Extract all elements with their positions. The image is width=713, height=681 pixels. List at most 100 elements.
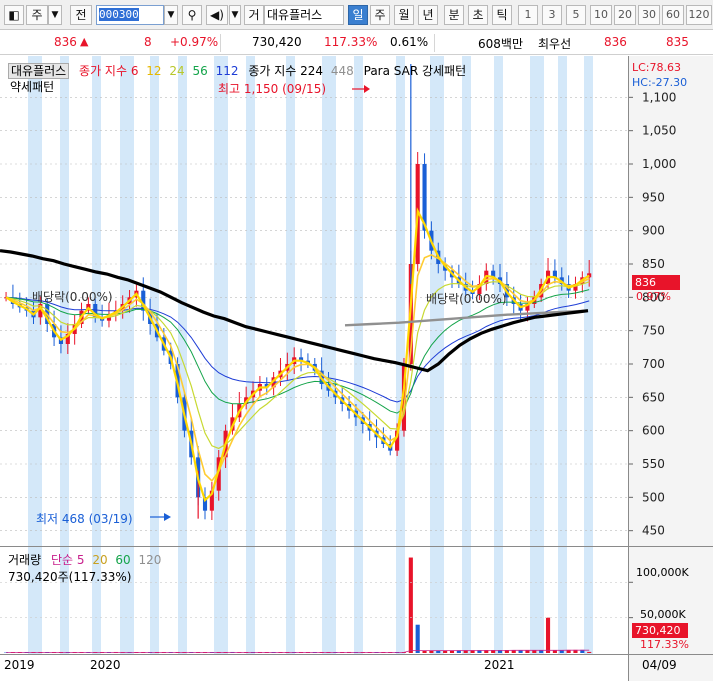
interval-3-button[interactable]: 3 xyxy=(542,5,562,25)
chevron-down-icon[interactable]: ▼ xyxy=(229,5,241,25)
volume-ma120[interactable]: 120 xyxy=(139,553,162,567)
legend-ma56[interactable]: 56 xyxy=(193,64,208,78)
trade-amount: 608백만 xyxy=(478,37,523,51)
price-change: 8 xyxy=(144,35,152,49)
highlight-band xyxy=(430,56,444,654)
high-annotation: 최고 1,150 (09/15) xyxy=(218,82,327,96)
chart-area[interactable]: 1,100 1,050 1,000 950 900 850 800 750 700 650 600 5… xyxy=(0,56,713,681)
volume-value: 730,420 xyxy=(252,35,302,49)
period-month-button[interactable]: 월 xyxy=(394,5,414,25)
chart-type-select[interactable]: 주 xyxy=(26,5,48,25)
y-tick-label: 650 xyxy=(642,390,665,404)
y-tick-label: 750 xyxy=(642,324,665,338)
prev-button[interactable]: 전 xyxy=(70,5,92,25)
search-icon[interactable]: ⚲ xyxy=(182,5,202,25)
interval-30-button[interactable]: 30 xyxy=(638,5,660,25)
volume-bar xyxy=(587,651,592,653)
volume-ma20[interactable]: 20 xyxy=(92,553,107,567)
volume-ma5[interactable]: 단순 5 xyxy=(51,553,85,567)
volume-bar xyxy=(497,650,503,653)
chevron-down-icon[interactable]: ▼ xyxy=(164,5,178,25)
volume-bar xyxy=(429,650,434,653)
period-minute-button[interactable]: 분 xyxy=(444,5,464,25)
axis-background xyxy=(628,56,713,681)
bid-price: 835 xyxy=(666,35,689,49)
price-change-pct: +0.97% xyxy=(170,35,219,49)
volume-legend: 거래량 단순 5 20 60 120 xyxy=(8,551,161,568)
y-tick-label: 500 xyxy=(642,490,665,504)
volume-bar xyxy=(449,650,455,653)
dividend-annotation-1: 배당락(0.00%) xyxy=(32,290,113,304)
interval-10-button[interactable]: 10 xyxy=(590,5,612,25)
y-tick-label: 850 xyxy=(642,257,665,271)
volume-label[interactable]: 거래량 xyxy=(8,553,41,567)
quote-bar: 836 ▲ 8 +0.97% 730,420 117.33% 0.61% 608… xyxy=(0,31,713,55)
highlight-band xyxy=(558,56,567,654)
volume-tick-100000k: 100,000K xyxy=(636,566,689,579)
chart-icon[interactable]: ◧ xyxy=(4,5,24,25)
date-label-2019: 2019 xyxy=(4,658,35,672)
stock-chart-window: ◧ 주 ▼ 전 000300 ▼ ⚲ ◀) ▼ 거 대유플러스 일 주 월 년 … xyxy=(0,0,713,681)
volume-bar xyxy=(436,650,441,653)
volume-bar xyxy=(443,650,448,653)
period-week-button[interactable]: 주 xyxy=(370,5,390,25)
legend-stock-name[interactable]: 대유플러스 xyxy=(8,63,70,79)
interval-5-button[interactable]: 5 xyxy=(566,5,586,25)
current-price-pct: 0.97% xyxy=(636,290,671,303)
dividend-annotation-2: 배당락(0.00%) xyxy=(426,292,507,306)
ask-price: 836 xyxy=(604,35,627,49)
volume-value-label: 730,420주(117.33%) xyxy=(8,570,132,584)
date-label-2020: 2020 xyxy=(90,658,121,672)
highlight-band xyxy=(462,56,471,654)
volume-bar xyxy=(415,624,420,653)
stock-name-field[interactable]: 대유플러스 xyxy=(264,5,344,25)
y-tick-label: 1,000 xyxy=(642,157,676,171)
period-tick-button[interactable]: 틱 xyxy=(492,5,512,25)
period-day-button[interactable]: 일 xyxy=(348,5,368,25)
low-annotation: 최저 468 (03/19) xyxy=(36,512,133,526)
chevron-down-icon[interactable]: ▼ xyxy=(48,5,62,25)
stock-code-input[interactable]: 000300 xyxy=(96,5,164,25)
divider xyxy=(220,34,221,52)
volume-bar xyxy=(477,650,482,653)
best-quote-label: 최우선 xyxy=(538,37,572,51)
y-tick-label: 1,050 xyxy=(642,124,676,138)
y-tick-label: 550 xyxy=(642,457,665,471)
y-tick-label: 900 xyxy=(642,224,665,238)
volume-bar xyxy=(463,650,468,653)
date-label-2021: 2021 xyxy=(484,658,515,672)
y-tick-label: 600 xyxy=(642,424,665,438)
highlight-band xyxy=(178,56,187,654)
legend-ma6[interactable]: 종가 지수 6 xyxy=(79,64,138,78)
highlight-band xyxy=(322,56,336,654)
highlight-band xyxy=(246,56,255,654)
interval-120-button[interactable]: 120 xyxy=(686,5,712,25)
speaker-icon[interactable]: ◀) xyxy=(206,5,228,25)
volume-bar xyxy=(511,650,516,653)
interval-1-button[interactable]: 1 xyxy=(518,5,538,25)
y-tick-label: 1,100 xyxy=(642,90,676,104)
volume-ratio: 117.33% xyxy=(324,35,378,49)
date-label-last: 04/09 xyxy=(642,658,677,672)
period-year-button[interactable]: 년 xyxy=(418,5,438,25)
current-price-tag: 836 xyxy=(632,275,680,290)
interval-60-button[interactable]: 60 xyxy=(662,5,684,25)
legend-ma448[interactable]: 448 xyxy=(331,64,354,78)
legend-ma24[interactable]: 24 xyxy=(169,64,184,78)
mode-button[interactable]: 거 xyxy=(244,5,264,25)
y-tick-label: 700 xyxy=(642,357,665,371)
volume-bar xyxy=(484,650,489,653)
legend-sar[interactable]: Para SAR 강세패턴 xyxy=(364,64,467,78)
period-second-button[interactable]: 초 xyxy=(468,5,488,25)
legend-ma12[interactable]: 12 xyxy=(146,64,161,78)
volume-bar xyxy=(518,650,523,653)
legend-ma112[interactable]: 112 xyxy=(216,64,239,78)
volume-bar xyxy=(422,650,427,653)
price-chart-svg[interactable]: 1,1001,0501,0009509008508007507006506005… xyxy=(0,56,713,681)
legend-ma224[interactable]: 종가 지수 224 xyxy=(248,64,323,78)
legend-pattern[interactable]: 약세패턴 xyxy=(10,78,54,95)
volume-ma60[interactable]: 60 xyxy=(115,553,130,567)
volume-bar xyxy=(456,650,461,653)
current-price: 836 xyxy=(54,35,77,49)
interval-20-button[interactable]: 20 xyxy=(614,5,636,25)
